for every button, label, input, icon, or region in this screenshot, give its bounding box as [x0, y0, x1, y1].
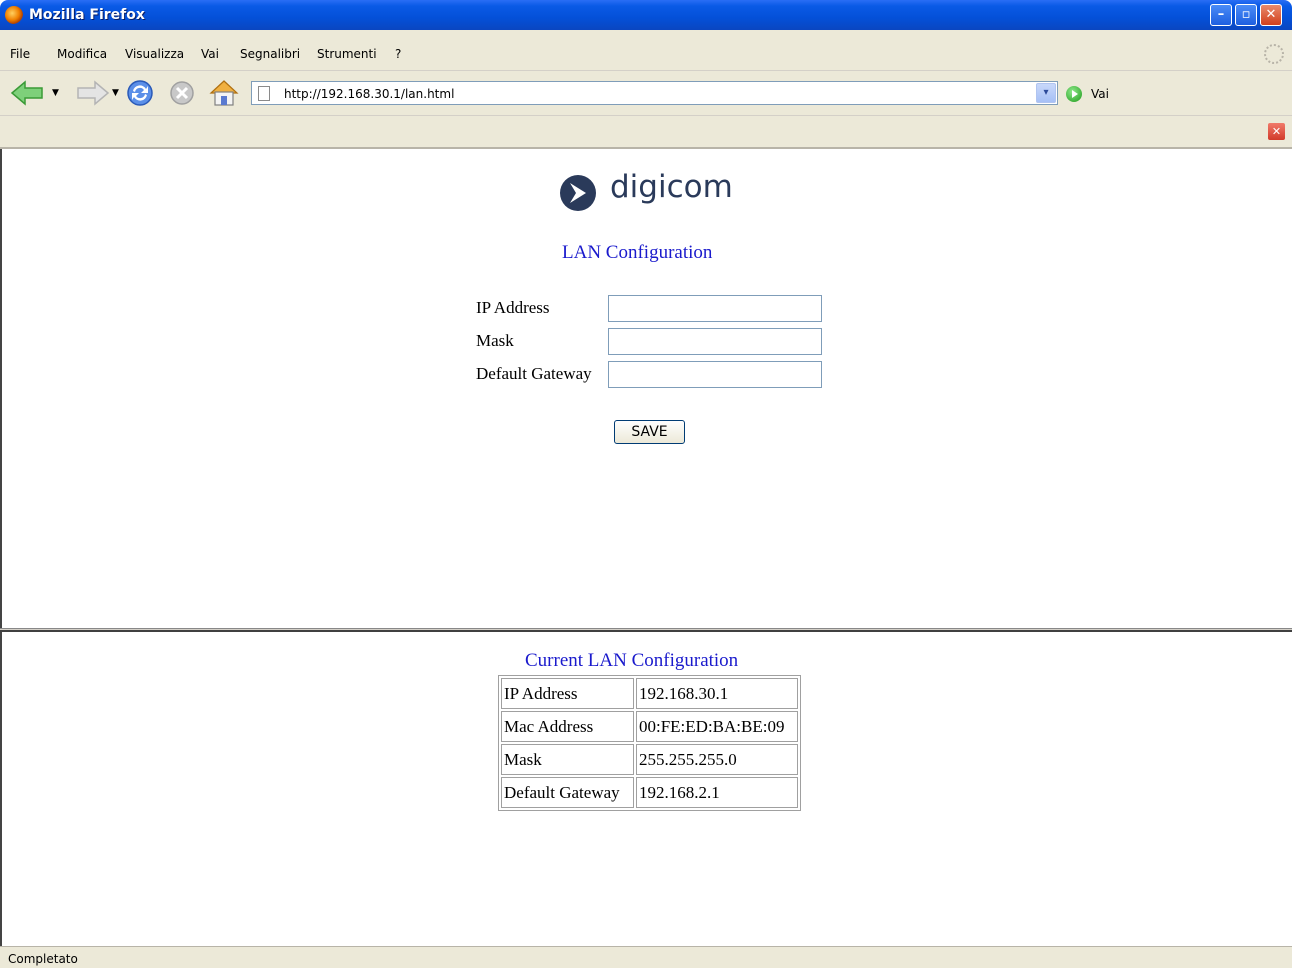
maximize-button[interactable]: ▫ [1235, 4, 1257, 26]
url-text[interactable]: http://192.168.30.1/lan.html [284, 87, 454, 101]
mask-label: Mask [476, 331, 514, 350]
table-row: Mac Address 00:FE:ED:BA:BE:09 [501, 711, 798, 742]
back-dropdown-icon[interactable]: ▼ [52, 88, 59, 98]
current-lan-config-heading: Current LAN Configuration [525, 650, 739, 671]
table-row: Mask 255.255.255.0 [501, 744, 798, 775]
go-icon[interactable] [1066, 86, 1082, 102]
save-button[interactable]: SAVE [614, 420, 685, 444]
firefox-icon [5, 6, 23, 24]
go-button-label[interactable]: Vai [1091, 87, 1109, 101]
row-key: Mac Address [501, 711, 634, 742]
close-window-button[interactable]: ✕ [1260, 4, 1282, 26]
menu-vai[interactable]: Vai [201, 47, 219, 61]
menu-help[interactable]: ? [395, 47, 401, 61]
navigation-toolbar: ▼ ▼ http://192.168.30.1/lan.html ▾ Vai [0, 71, 1292, 116]
ip-address-label: IP Address [476, 298, 550, 317]
config-frame [0, 149, 1292, 629]
row-key: IP Address [501, 678, 634, 709]
logo-text: digicom [610, 169, 733, 205]
row-key: Default Gateway [501, 777, 634, 808]
reload-icon[interactable] [125, 78, 155, 108]
forward-dropdown-icon[interactable]: ▼ [112, 88, 119, 98]
menu-strumenti[interactable]: Strumenti [317, 47, 377, 61]
menu-visualizza[interactable]: Visualizza [125, 47, 184, 61]
address-bar[interactable]: http://192.168.30.1/lan.html ▾ [251, 81, 1058, 105]
url-history-dropdown-button[interactable]: ▾ [1036, 83, 1056, 103]
digicom-logo-mark [560, 175, 596, 211]
row-value: 00:FE:ED:BA:BE:09 [636, 711, 798, 742]
close-bar-icon[interactable]: ✕ [1268, 123, 1285, 140]
forward-arrow-icon[interactable] [76, 80, 110, 106]
minimize-button[interactable]: – [1210, 4, 1232, 26]
table-row: IP Address 192.168.30.1 [501, 678, 798, 709]
throbber-icon [1264, 44, 1284, 64]
row-value: 192.168.30.1 [636, 678, 798, 709]
default-gateway-label: Default Gateway [476, 364, 592, 383]
row-value: 255.255.255.0 [636, 744, 798, 775]
lan-config-heading: LAN Configuration [562, 242, 713, 263]
ip-address-input[interactable] [608, 295, 822, 322]
digicom-logo: digicom [558, 169, 758, 213]
status-text: Completato [8, 952, 78, 966]
mask-input[interactable] [608, 328, 822, 355]
window-title: Mozilla Firefox [29, 7, 145, 23]
menu-segnalibri[interactable]: Segnalibri [240, 47, 300, 61]
back-arrow-icon[interactable] [10, 80, 44, 106]
menu-bar: File Modifica Visualizza Vai Segnalibri … [0, 30, 1292, 71]
home-icon[interactable] [208, 78, 240, 108]
row-value: 192.168.2.1 [636, 777, 798, 808]
table-row: Default Gateway 192.168.2.1 [501, 777, 798, 808]
row-key: Mask [501, 744, 634, 775]
window-titlebar: Mozilla Firefox – ▫ ✕ [0, 0, 1292, 30]
current-config-table: IP Address 192.168.30.1 Mac Address 00:F… [498, 675, 801, 811]
page-icon [258, 86, 270, 101]
menu-file[interactable]: File [10, 47, 30, 61]
stop-icon[interactable] [168, 79, 196, 107]
default-gateway-input[interactable] [608, 361, 822, 388]
status-bar: Completato [0, 946, 1292, 968]
notification-bar: ✕ [0, 116, 1292, 149]
menu-modifica[interactable]: Modifica [57, 47, 107, 61]
